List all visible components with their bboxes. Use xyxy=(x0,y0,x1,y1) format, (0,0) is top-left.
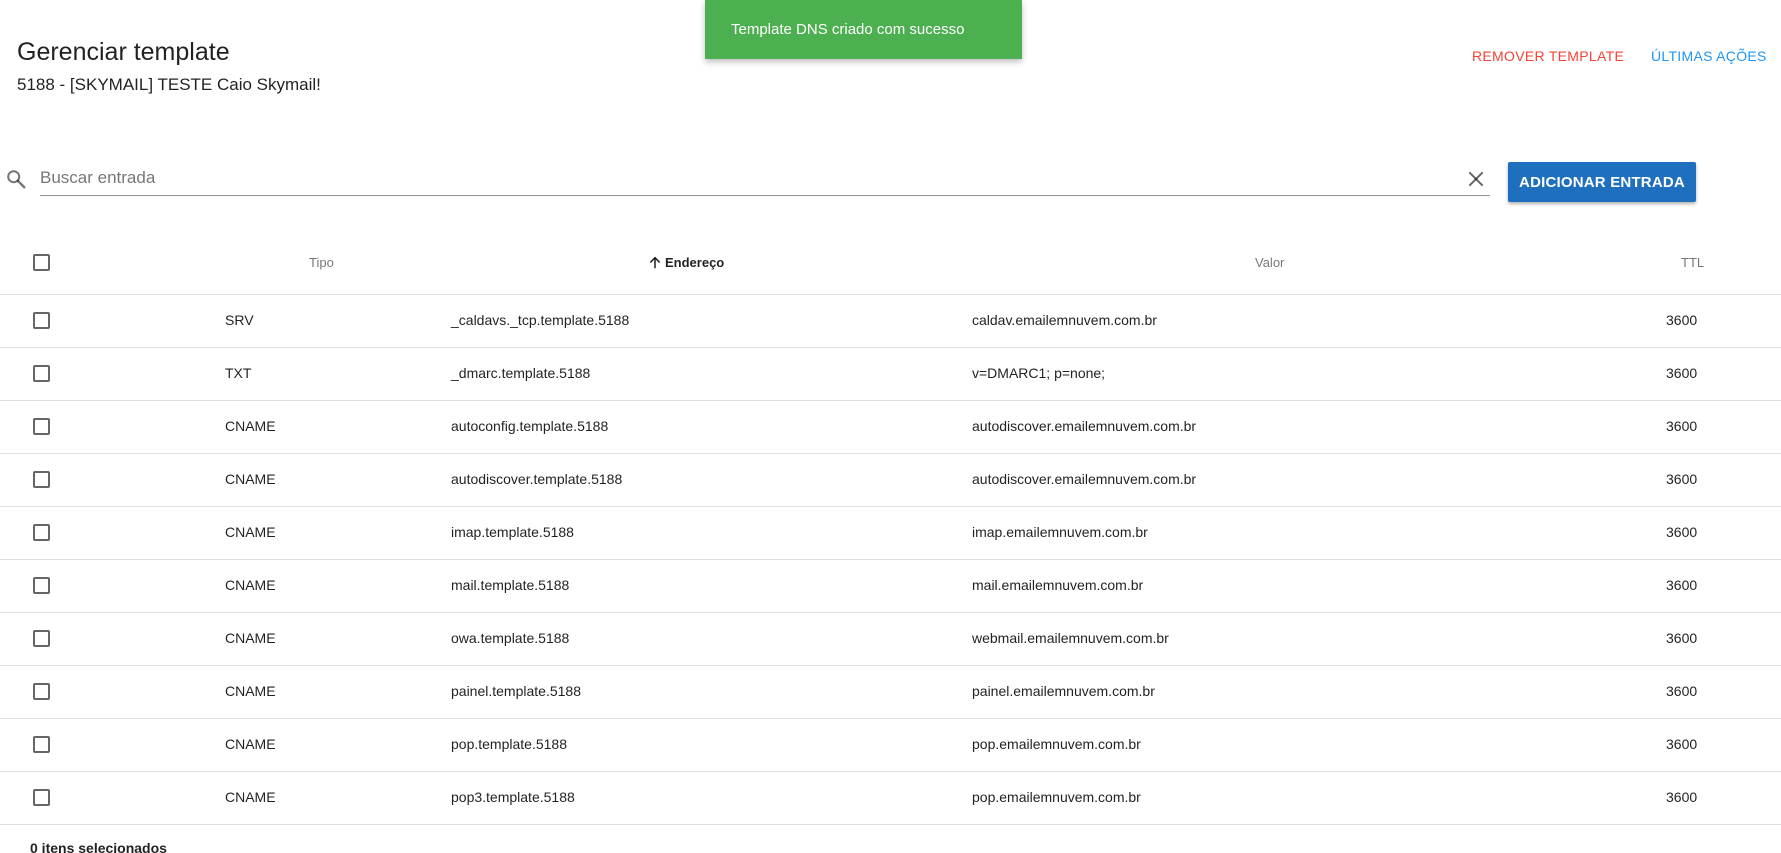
cell-valor: v=DMARC1; p=none; xyxy=(972,365,1106,381)
cell-valor: caldav.emailemnuvem.com.br xyxy=(972,312,1157,328)
table-row[interactable]: SRV _caldavs._tcp.template.5188 caldav.e… xyxy=(0,295,1781,348)
cell-endereco: painel.template.5188 xyxy=(451,683,581,699)
column-header-tipo[interactable]: Tipo xyxy=(309,255,334,270)
table-row[interactable]: CNAME painel.template.5188 painel.emaile… xyxy=(0,666,1781,719)
column-header-endereco[interactable]: Endereço xyxy=(648,255,724,270)
row-checkbox[interactable] xyxy=(33,577,50,594)
cell-endereco: autoconfig.template.5188 xyxy=(451,418,609,434)
table-row[interactable]: TXT _dmarc.template.5188 v=DMARC1; p=non… xyxy=(0,348,1781,401)
cell-valor: mail.emailemnuvem.com.br xyxy=(972,577,1144,593)
cell-tipo: CNAME xyxy=(225,789,276,805)
table-row[interactable]: CNAME autoconfig.template.5188 autodisco… xyxy=(0,401,1781,454)
page-subtitle: 5188 - [SKYMAIL] TESTE Caio Skymail! xyxy=(17,75,321,94)
page-title: Gerenciar template xyxy=(17,38,230,66)
cell-endereco: mail.template.5188 xyxy=(451,577,570,593)
cell-valor: webmail.emailemnuvem.com.br xyxy=(972,630,1169,646)
cell-tipo: CNAME xyxy=(225,683,276,699)
remove-template-button[interactable]: REMOVER TEMPLATE xyxy=(1472,48,1624,64)
cell-tipo: CNAME xyxy=(225,736,276,752)
table-row[interactable]: CNAME autodiscover.template.5188 autodis… xyxy=(0,454,1781,507)
dns-entries-table: Tipo Endereço Valor TTL SRV _caldavs._tc… xyxy=(0,234,1781,825)
selection-count: 0 itens selecionados xyxy=(30,840,167,853)
clear-search-icon[interactable] xyxy=(1466,169,1486,189)
table-row[interactable]: CNAME owa.template.5188 webmail.emailemn… xyxy=(0,613,1781,666)
cell-ttl: 3600 xyxy=(1666,630,1698,646)
cell-valor: pop.emailemnuvem.com.br xyxy=(972,736,1141,752)
cell-endereco: pop.template.5188 xyxy=(451,736,567,752)
cell-tipo: CNAME xyxy=(225,630,276,646)
cell-valor: imap.emailemnuvem.com.br xyxy=(972,524,1148,540)
recent-actions-button[interactable]: ÚLTIMAS AÇÕES xyxy=(1651,48,1767,64)
select-all-checkbox[interactable] xyxy=(33,254,50,271)
cell-endereco: imap.template.5188 xyxy=(451,524,574,540)
table-row[interactable]: CNAME mail.template.5188 mail.emailemnuv… xyxy=(0,560,1781,613)
cell-ttl: 3600 xyxy=(1666,577,1698,593)
cell-ttl: 3600 xyxy=(1666,736,1698,752)
success-toast: Template DNS criado com sucesso xyxy=(705,0,1022,59)
column-header-ttl[interactable]: TTL xyxy=(1681,255,1704,270)
cell-endereco: autodiscover.template.5188 xyxy=(451,471,623,487)
table-row[interactable]: CNAME pop3.template.5188 pop.emailemnuve… xyxy=(0,772,1781,825)
row-checkbox[interactable] xyxy=(33,683,50,700)
cell-ttl: 3600 xyxy=(1666,312,1698,328)
cell-tipo: CNAME xyxy=(225,577,276,593)
toast-message: Template DNS criado com sucesso xyxy=(731,21,965,38)
cell-endereco: _caldavs._tcp.template.5188 xyxy=(451,312,630,328)
row-checkbox[interactable] xyxy=(33,365,50,382)
cell-ttl: 3600 xyxy=(1666,365,1698,381)
row-checkbox[interactable] xyxy=(33,630,50,647)
cell-valor: autodiscover.emailemnuvem.com.br xyxy=(972,471,1197,487)
arrow-up-icon xyxy=(649,256,661,268)
cell-tipo: CNAME xyxy=(225,418,276,434)
cell-valor: pop.emailemnuvem.com.br xyxy=(972,789,1141,805)
row-checkbox[interactable] xyxy=(33,524,50,541)
add-entry-button[interactable]: ADICIONAR ENTRADA xyxy=(1508,162,1696,202)
row-checkbox[interactable] xyxy=(33,471,50,488)
cell-valor: autodiscover.emailemnuvem.com.br xyxy=(972,418,1197,434)
cell-ttl: 3600 xyxy=(1666,789,1698,805)
row-checkbox[interactable] xyxy=(33,418,50,435)
row-checkbox[interactable] xyxy=(33,789,50,806)
cell-endereco: _dmarc.template.5188 xyxy=(451,365,591,381)
cell-ttl: 3600 xyxy=(1666,683,1698,699)
search-field xyxy=(40,162,1490,196)
row-checkbox[interactable] xyxy=(33,312,50,329)
cell-valor: painel.emailemnuvem.com.br xyxy=(972,683,1155,699)
cell-ttl: 3600 xyxy=(1666,418,1698,434)
row-checkbox[interactable] xyxy=(33,736,50,753)
column-header-valor[interactable]: Valor xyxy=(1255,255,1284,270)
table-row[interactable]: CNAME imap.template.5188 imap.emailemnuv… xyxy=(0,507,1781,560)
cell-endereco: pop3.template.5188 xyxy=(451,789,575,805)
table-row[interactable]: CNAME pop.template.5188 pop.emailemnuvem… xyxy=(0,719,1781,772)
cell-tipo: TXT xyxy=(225,365,252,381)
table-header: Tipo Endereço Valor TTL xyxy=(0,234,1781,295)
cell-tipo: CNAME xyxy=(225,524,276,540)
cell-tipo: SRV xyxy=(225,312,254,328)
cell-ttl: 3600 xyxy=(1666,524,1698,540)
cell-ttl: 3600 xyxy=(1666,471,1698,487)
page: Template DNS criado com sucesso Gerencia… xyxy=(0,0,1781,853)
column-header-endereco-label: Endereço xyxy=(665,255,725,270)
cell-endereco: owa.template.5188 xyxy=(451,630,570,646)
cell-tipo: CNAME xyxy=(225,471,276,487)
search-icon xyxy=(7,170,26,189)
search-input[interactable] xyxy=(40,162,1440,194)
